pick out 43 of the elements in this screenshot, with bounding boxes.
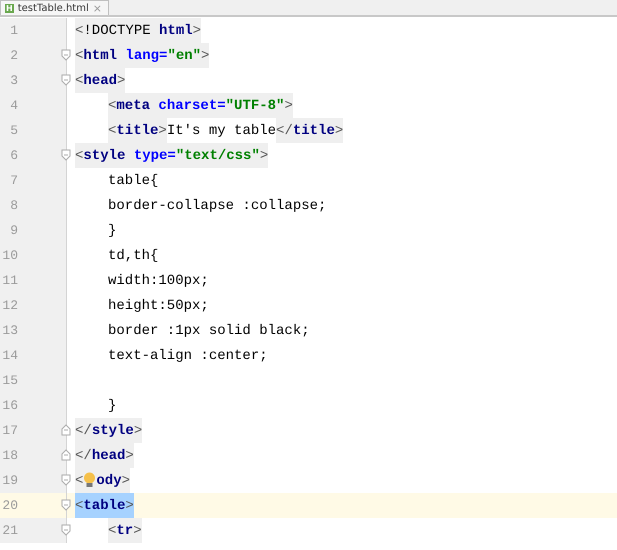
code-line: width:100px;: [108, 272, 209, 290]
tab-title: testTable.html: [18, 2, 89, 14]
line-number: 17: [1, 423, 18, 438]
line-number: 16: [1, 398, 18, 413]
line-number: 13: [1, 323, 18, 338]
fold-icon[interactable]: [61, 524, 71, 536]
line-number: 19: [1, 473, 18, 488]
fold-icon[interactable]: [61, 74, 71, 86]
code-line: text-align :center;: [108, 346, 268, 366]
line-number: 2: [9, 48, 18, 63]
line-number: 6: [9, 148, 18, 163]
lightbulb-icon[interactable]: [83, 472, 96, 489]
html-file-icon: H: [5, 4, 14, 12]
code-line: }: [108, 222, 116, 240]
fold-icon[interactable]: [61, 449, 71, 461]
line-number: 3: [9, 73, 18, 88]
line-number: 7: [9, 173, 18, 188]
code-line: <title>It's my table</title>: [108, 118, 344, 143]
line-number: 14: [1, 348, 18, 363]
code-line: td,th{: [108, 246, 158, 266]
line-number: 15: [1, 373, 18, 388]
fold-icon[interactable]: [61, 474, 71, 486]
code-line: table{: [108, 172, 158, 190]
fold-icon[interactable]: [61, 424, 71, 436]
line-number: 1: [9, 23, 18, 38]
line-number: 9: [9, 223, 18, 238]
code-line: border-collapse :collapse;: [108, 196, 326, 216]
line-number: 8: [9, 198, 18, 213]
line-number: 20: [1, 498, 18, 513]
line-number: 18: [1, 448, 18, 463]
fold-icon[interactable]: [61, 149, 71, 161]
line-number: 12: [1, 298, 18, 313]
fold-icon[interactable]: [61, 499, 71, 511]
fold-icon[interactable]: [61, 49, 71, 61]
line-number: 10: [1, 248, 18, 263]
line-number: 21: [1, 523, 18, 538]
line-number: 4: [9, 98, 18, 113]
code-line: height:50px;: [108, 296, 209, 316]
line-number: 11: [1, 273, 18, 288]
code-line: }: [108, 396, 116, 416]
line-number: 5: [9, 123, 18, 138]
code-line: border :1px solid black;: [108, 322, 310, 340]
file-tab[interactable]: H testTable.html ×: [0, 0, 109, 15]
